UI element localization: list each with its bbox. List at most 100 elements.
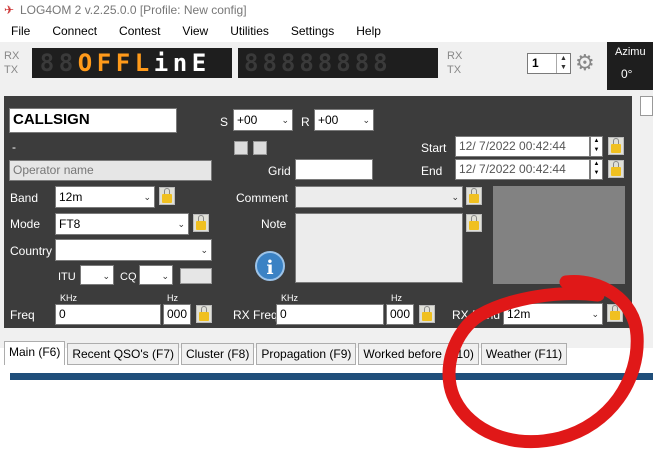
tab-cluster[interactable]: Cluster (F8) <box>181 343 255 365</box>
info-icon[interactable]: i <box>255 251 285 281</box>
chevron-down-icon: ⌄ <box>281 115 289 125</box>
menu-file[interactable]: File <box>0 20 41 42</box>
start-spin[interactable]: ▲ ▼ <box>590 136 603 157</box>
lock-icon[interactable] <box>196 305 212 323</box>
qsl-sent-box[interactable] <box>234 141 248 155</box>
tab-worked-before[interactable]: Worked before (F10) <box>358 343 479 365</box>
rxfreq-hz-label: Hz <box>391 293 402 303</box>
note-textarea[interactable] <box>295 213 463 283</box>
lock-icon[interactable] <box>608 137 624 155</box>
tab-main[interactable]: Main (F6) <box>4 341 66 365</box>
rxband-value: 12m <box>507 307 531 321</box>
freq-label: Freq <box>10 308 35 322</box>
side-tab[interactable] <box>640 96 653 116</box>
lock-icon[interactable] <box>466 187 482 205</box>
rst-sent-select[interactable]: +00 ⌄ <box>233 109 293 131</box>
title-bar: ✈ LOG4OM 2 v.2.25.0.0 [Profile: New conf… <box>0 0 653 20</box>
lock-icon[interactable] <box>607 304 623 322</box>
menu-contest[interactable]: Contest <box>108 20 171 42</box>
grid-input[interactable] <box>295 159 373 180</box>
chevron-down-icon: ⌄ <box>161 271 169 281</box>
chevron-down-icon: ⌄ <box>451 192 459 202</box>
rxband-label: RX Band <box>452 308 501 322</box>
led-char: L <box>134 49 150 77</box>
freq-hz-input[interactable]: 000 <box>163 304 191 325</box>
rst-sent-value: +00 <box>237 113 258 127</box>
led-digit: 8 <box>58 49 74 77</box>
vfo-display-secondary: 88888888 <box>238 48 438 78</box>
rst-received-select[interactable]: +00 ⌄ <box>314 109 374 131</box>
vfo-display: 8 8 O F F L i n E <box>32 48 232 78</box>
lock-icon[interactable] <box>466 214 482 232</box>
lock-icon[interactable] <box>608 160 624 178</box>
itu-select[interactable]: ⌄ <box>80 265 114 285</box>
lock-icon[interactable] <box>193 214 209 232</box>
end-spin[interactable]: ▲ ▼ <box>590 159 603 180</box>
led-digit: 8 <box>39 49 55 77</box>
end-datetime-input[interactable]: 12/ 7/2022 00:42:44 <box>455 159 590 180</box>
tab-content-strip <box>10 373 653 380</box>
grid-label: Grid <box>268 164 291 178</box>
chevron-down-icon: ⌄ <box>362 115 370 125</box>
rxfreq-khz-label: KHz <box>281 293 299 303</box>
rst-received-value: +00 <box>318 113 339 127</box>
itu-label: ITU <box>58 271 76 283</box>
menu-utilities[interactable]: Utilities <box>219 20 280 42</box>
mode-select[interactable]: FT8 ⌄ <box>55 213 189 235</box>
freq-hz-label: Hz <box>167 293 178 303</box>
menu-connect[interactable]: Connect <box>41 20 108 42</box>
operator-name-input[interactable]: Operator name <box>9 160 212 181</box>
rxband-select[interactable]: 12m ⌄ <box>503 303 603 325</box>
led-char: n <box>172 49 188 77</box>
spin-buttons[interactable]: ▲ ▼ <box>556 54 570 73</box>
rx-indicator: RX <box>4 50 20 62</box>
tab-propagation[interactable]: Propagation (F9) <box>256 343 357 365</box>
qso-entry-panel: CALLSIGN - Operator name S +00 ⌄ R +00 ⌄ S… <box>4 96 632 328</box>
callsign-input[interactable]: CALLSIGN <box>9 108 177 133</box>
chevron-down-icon: ⌄ <box>200 245 208 255</box>
led-digits-dim: 88888888 <box>244 49 392 77</box>
qsl-image-box <box>493 186 625 284</box>
app-logo-icon: ✈ <box>4 3 15 17</box>
window-title: LOG4OM 2 v.2.25.0.0 [Profile: New config… <box>20 3 247 17</box>
band-select[interactable]: 12m ⌄ <box>55 186 155 208</box>
lock-icon[interactable] <box>159 187 175 205</box>
app-window: ✈ LOG4OM 2 v.2.25.0.0 [Profile: New conf… <box>0 0 653 452</box>
azimuth-value: 0° <box>621 67 633 81</box>
menu-bar: File Connect Contest View Utilities Sett… <box>0 20 653 42</box>
tx-indicator: TX <box>4 64 19 76</box>
tab-content-top <box>4 365 653 373</box>
comment-select[interactable]: ⌄ <box>295 186 463 208</box>
chevron-down-icon: ⌄ <box>591 309 599 319</box>
rxfreq-khz-input[interactable]: 0 <box>276 304 384 325</box>
r-label: R <box>301 115 310 129</box>
country-select[interactable]: ⌄ <box>55 239 212 261</box>
callsign-info: - <box>12 140 16 154</box>
start-datetime-input[interactable]: 12/ 7/2022 00:42:44 <box>455 136 590 157</box>
tab-recent-qsos[interactable]: Recent QSO's (F7) <box>67 343 179 365</box>
s-label: S <box>220 115 229 129</box>
lock-icon[interactable] <box>419 305 435 323</box>
cq-label: CQ <box>120 271 137 283</box>
led-char: i <box>153 49 169 77</box>
menu-settings[interactable]: Settings <box>280 20 345 42</box>
chevron-down-icon: ⌄ <box>102 271 110 281</box>
freq-khz-input[interactable]: 0 <box>55 304 161 325</box>
cq-select[interactable]: ⌄ <box>139 265 173 285</box>
rx-indicator-2: RX <box>447 50 463 62</box>
menu-help[interactable]: Help <box>345 20 392 42</box>
qsl-received-box[interactable] <box>253 141 267 155</box>
note-label: Note <box>261 217 287 231</box>
gear-icon[interactable]: ⚙ <box>575 52 595 74</box>
azimuth-panel: Azimu 0° <box>607 42 653 90</box>
menu-view[interactable]: View <box>171 20 219 42</box>
led-char: E <box>191 49 207 77</box>
tab-weather[interactable]: Weather (F11) <box>480 343 568 365</box>
azimuth-label: Azimu <box>615 46 646 58</box>
led-char: F <box>115 49 131 77</box>
comment-label: Comment <box>236 191 289 205</box>
led-char: O <box>77 49 93 77</box>
chevron-down-icon: ⌄ <box>143 192 151 202</box>
radio-selector[interactable]: 1 ▲ ▼ <box>527 53 571 74</box>
rxfreq-hz-input[interactable]: 000 <box>386 304 414 325</box>
